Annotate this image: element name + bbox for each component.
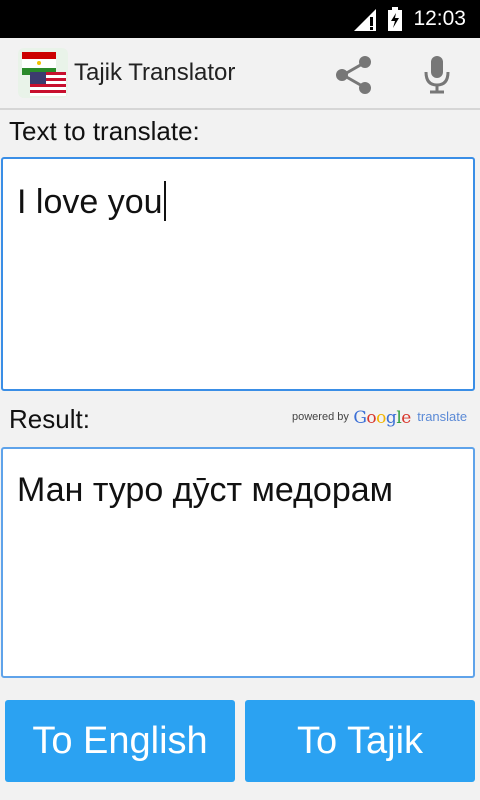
- clock-time: 12:03: [413, 7, 466, 30]
- to-english-button[interactable]: To English: [5, 700, 235, 782]
- app-title: Tajik Translator: [74, 59, 236, 86]
- result-text-value: Ман туро дӯст медорам: [17, 471, 394, 509]
- source-text-value: I love you: [17, 183, 163, 221]
- text-cursor: [163, 181, 166, 221]
- share-icon[interactable]: [330, 53, 378, 97]
- action-bar: Tajik Translator: [0, 38, 480, 110]
- input-label: Text to translate:: [9, 116, 200, 146]
- battery-icon: [388, 7, 402, 31]
- translate-text: translate: [417, 409, 468, 424]
- google-attribution: powered by Google translate: [292, 408, 467, 430]
- flags-icon[interactable]: [18, 48, 68, 98]
- source-text-input[interactable]: I love you: [1, 157, 475, 391]
- to-tajik-button[interactable]: To Tajik: [245, 700, 475, 782]
- status-bar: 12:03: [0, 0, 480, 38]
- google-logo: Google: [353, 408, 411, 428]
- microphone-icon[interactable]: [418, 52, 456, 96]
- signal-icon: [354, 9, 376, 31]
- result-label: Result:: [9, 404, 90, 434]
- result-output[interactable]: Ман туро дӯст медорам: [1, 447, 475, 678]
- powered-by-text: powered by: [292, 411, 349, 423]
